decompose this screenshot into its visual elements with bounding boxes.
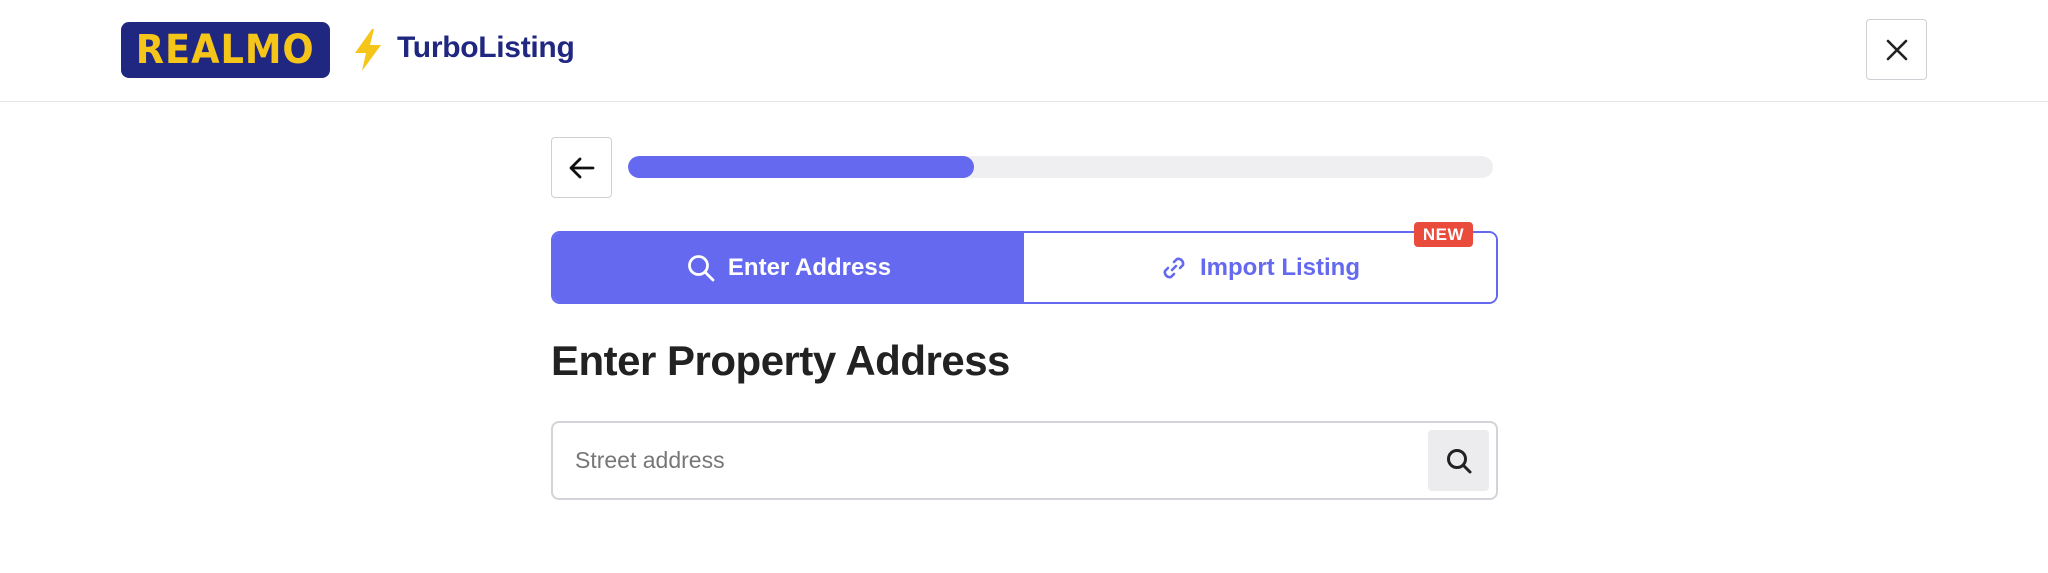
- input-mode-tabs: Enter Address Import Listing: [551, 231, 1498, 304]
- app-name: TurboListing: [397, 31, 575, 64]
- back-button[interactable]: [551, 137, 612, 198]
- search-icon: [688, 254, 715, 281]
- realmo-logo[interactable]: REALMO: [121, 22, 330, 78]
- search-icon: [1446, 448, 1471, 473]
- close-button[interactable]: [1866, 19, 1927, 80]
- address-search-box: [551, 421, 1498, 500]
- progress-bar: [628, 156, 1493, 178]
- logo-text: REALMO: [136, 27, 315, 73]
- top-bar: REALMO TurboListing: [0, 0, 2048, 102]
- link-icon: [1163, 257, 1185, 278]
- close-icon: [1886, 39, 1907, 60]
- tab-label: Import Listing: [1200, 253, 1360, 281]
- progress-fill: [628, 156, 974, 178]
- page-title: Enter Property Address: [551, 337, 1010, 384]
- new-badge: NEW: [1414, 222, 1473, 247]
- arrow-left-icon: [569, 157, 594, 178]
- tab-label: Enter Address: [727, 253, 892, 281]
- tab-enter-address[interactable]: Enter Address: [553, 233, 1024, 302]
- search-button[interactable]: [1428, 430, 1489, 491]
- lightning-bolt-icon: [355, 29, 381, 71]
- street-address-input[interactable]: [575, 423, 1405, 498]
